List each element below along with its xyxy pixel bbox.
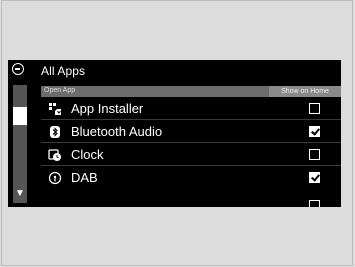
- list-item-app-installer[interactable]: App Installer: [41, 98, 341, 120]
- show-on-home-checkbox[interactable]: [309, 103, 320, 114]
- show-on-home-checkbox[interactable]: [309, 126, 320, 137]
- page-frame: All Apps ▼ Open App Show on Home App Ins…: [1, 0, 353, 266]
- list-item-partial[interactable]: [41, 199, 341, 207]
- list-header: Open App Show on Home: [41, 86, 341, 97]
- show-on-home-column-header: Show on Home: [269, 86, 341, 97]
- infotainment-screen: All Apps ▼ Open App Show on Home App Ins…: [8, 60, 341, 207]
- open-app-column-header: Open App: [44, 87, 76, 94]
- clock-icon: [48, 148, 62, 162]
- scroll-down-icon[interactable]: ▼: [14, 188, 26, 200]
- show-on-home-checkbox[interactable]: [309, 149, 320, 160]
- scroll-thumb[interactable]: [13, 107, 27, 125]
- show-on-home-checkbox[interactable]: [309, 200, 320, 207]
- dab-radio-icon: [48, 171, 62, 185]
- apps-menu-icon[interactable]: [12, 63, 24, 75]
- bluetooth-icon: [48, 125, 62, 139]
- title-bar: All Apps: [8, 60, 341, 80]
- list-item-dab[interactable]: DAB: [41, 167, 341, 189]
- app-label: DAB: [71, 170, 98, 185]
- list-item-bluetooth-audio[interactable]: Bluetooth Audio: [41, 121, 341, 143]
- app-label: Bluetooth Audio: [71, 124, 163, 139]
- page-title: All Apps: [41, 64, 86, 78]
- show-on-home-checkbox[interactable]: [309, 172, 320, 183]
- app-installer-icon: [48, 102, 62, 116]
- scrollbar[interactable]: ▼: [13, 85, 27, 203]
- list-item-clock[interactable]: Clock: [41, 144, 341, 166]
- app-label: Clock: [71, 147, 104, 162]
- app-label: App Installer: [71, 101, 144, 116]
